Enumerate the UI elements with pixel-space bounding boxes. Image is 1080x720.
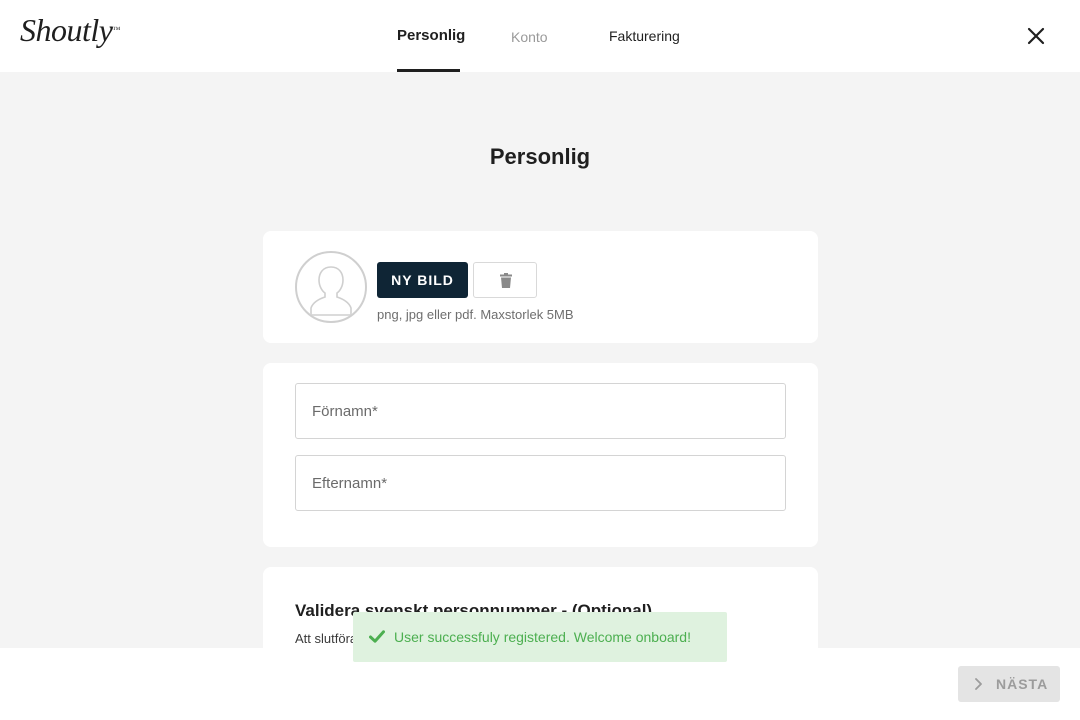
active-tab-indicator bbox=[397, 69, 460, 72]
tab-personlig[interactable]: Personlig bbox=[397, 26, 465, 46]
first-name-field[interactable]: Förnamn* bbox=[295, 383, 786, 439]
next-button-label: NÄSTA bbox=[996, 676, 1049, 692]
logo-trademark: ™ bbox=[112, 25, 120, 34]
next-button[interactable]: NÄSTA bbox=[958, 666, 1060, 702]
close-icon[interactable] bbox=[1024, 24, 1048, 48]
validation-subtitle: Att slutföra bbox=[295, 631, 358, 646]
first-name-placeholder: Förnamn* bbox=[312, 403, 378, 420]
page-title: Personlig bbox=[489, 144, 591, 169]
toast-message: User successfuly registered. Welcome onb… bbox=[394, 629, 691, 645]
profile-picture-card: NY BILD png, jpg eller pdf. Maxstorlek 5… bbox=[263, 231, 818, 343]
delete-picture-button[interactable] bbox=[473, 262, 537, 298]
shoutly-logo[interactable]: Shoutly™ bbox=[20, 12, 120, 48]
top-navigation-bar: Shoutly™ Personlig Konto Fakturering bbox=[0, 0, 1080, 72]
user-silhouette-icon bbox=[295, 251, 367, 323]
name-form-card: Förnamn* Efternamn* bbox=[263, 363, 818, 547]
last-name-field[interactable]: Efternamn* bbox=[295, 455, 786, 511]
tab-fakturering[interactable]: Fakturering bbox=[609, 26, 680, 46]
picture-format-hint: png, jpg eller pdf. Maxstorlek 5MB bbox=[377, 307, 574, 322]
trash-icon bbox=[500, 273, 512, 288]
logo-text: Shoutly bbox=[20, 12, 113, 48]
new-picture-button[interactable]: NY BILD bbox=[377, 262, 468, 298]
check-icon bbox=[369, 630, 385, 643]
success-toast: User successfuly registered. Welcome onb… bbox=[353, 612, 727, 662]
chevron-right-icon bbox=[975, 678, 982, 690]
last-name-placeholder: Efternamn* bbox=[312, 475, 388, 492]
tab-konto[interactable]: Konto bbox=[511, 27, 548, 47]
